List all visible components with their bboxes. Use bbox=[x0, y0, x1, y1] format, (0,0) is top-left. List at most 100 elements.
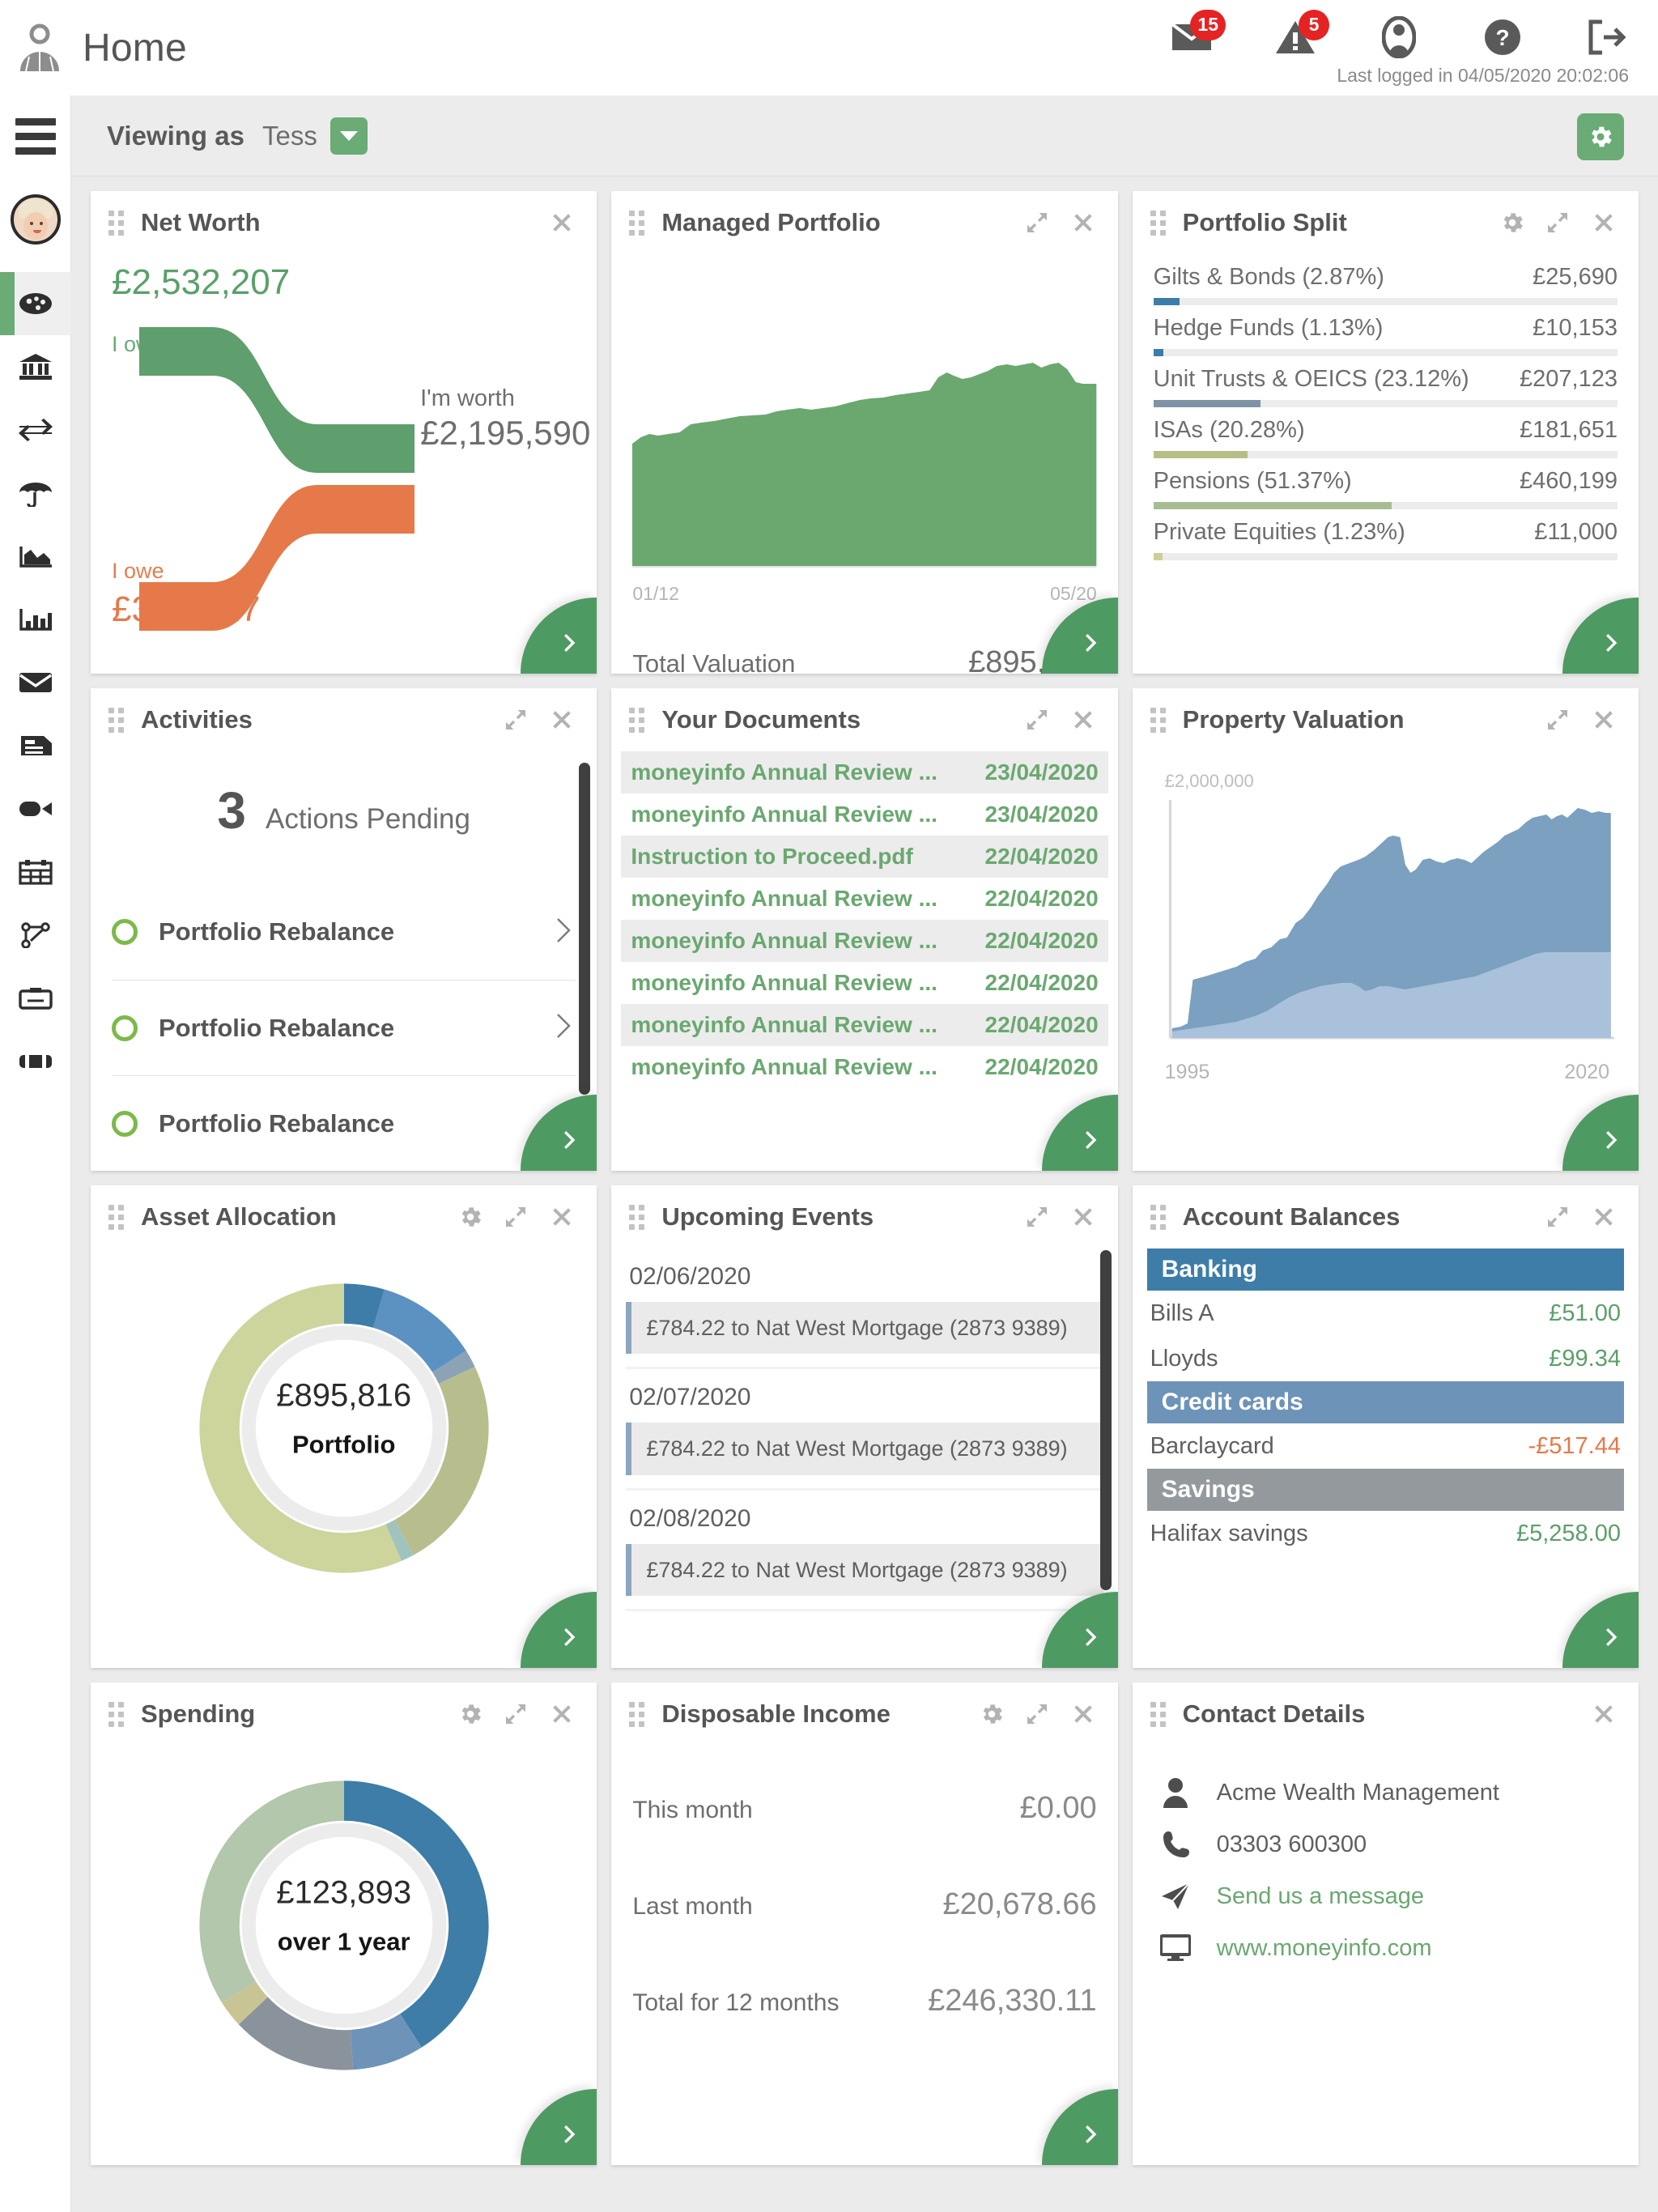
sidebar-item-briefcase[interactable] bbox=[0, 1030, 71, 1093]
asset-allocation-donut[interactable] bbox=[190, 1274, 498, 1582]
expand-icon[interactable] bbox=[503, 707, 529, 733]
document-row[interactable]: moneyinfo Annual Review ... 23/04/2020 bbox=[621, 751, 1108, 793]
expand-icon[interactable] bbox=[1545, 707, 1571, 733]
menu-toggle-button[interactable] bbox=[0, 96, 71, 177]
document-row[interactable]: moneyinfo Annual Review ... 22/04/2020 bbox=[621, 878, 1107, 920]
contact-row[interactable]: Send us a message bbox=[1154, 1870, 1618, 1922]
portfolio-split-row[interactable]: Hedge Funds (1.13%) £10,153 bbox=[1153, 305, 1618, 356]
expand-icon[interactable] bbox=[1024, 1204, 1050, 1230]
expand-icon[interactable] bbox=[1545, 1204, 1571, 1230]
portfolio-split-row[interactable]: ISAs (20.28%) £181,651 bbox=[1153, 407, 1618, 458]
document-row[interactable]: moneyinfo Annual Review ... 22/04/2020 bbox=[621, 920, 1108, 962]
drag-handle-icon[interactable] bbox=[1150, 1205, 1168, 1230]
gear-icon[interactable] bbox=[979, 1701, 1005, 1727]
drag-handle-icon[interactable] bbox=[629, 1205, 647, 1230]
document-row[interactable]: moneyinfo Annual Review ... 23/04/2020 bbox=[621, 793, 1107, 836]
logout-icon[interactable] bbox=[1584, 15, 1629, 60]
activity-row[interactable]: Portfolio Rebalance bbox=[112, 1075, 576, 1171]
portfolio-split-row[interactable]: Unit Trusts & OEICS (23.12%) £207,123 bbox=[1153, 356, 1618, 407]
viewing-as-dropdown-button[interactable] bbox=[329, 117, 368, 155]
document-row[interactable]: moneyinfo Annual Review ... 22/04/2020 bbox=[621, 962, 1107, 1004]
contact-text[interactable]: www.moneyinfo.com bbox=[1217, 1935, 1432, 1962]
close-icon[interactable] bbox=[1590, 1203, 1618, 1231]
close-icon[interactable] bbox=[548, 209, 576, 236]
drag-handle-icon[interactable] bbox=[629, 1702, 647, 1727]
widget-go-button[interactable] bbox=[521, 1592, 597, 1668]
sidebar-item-cards[interactable] bbox=[0, 967, 71, 1030]
event-item[interactable]: £784.22 to Nat West Mortgage (2873 9389) bbox=[626, 1302, 1103, 1355]
document-row[interactable]: Instruction to Proceed.pdf 22/04/2020 bbox=[621, 836, 1108, 878]
upcoming-events-scrollbar[interactable] bbox=[1099, 1250, 1112, 1590]
expand-icon[interactable] bbox=[1545, 210, 1571, 236]
sidebar-item-reports[interactable] bbox=[0, 588, 71, 651]
close-icon[interactable] bbox=[1069, 1700, 1097, 1728]
sidebar-item-calendar[interactable] bbox=[0, 840, 71, 904]
expand-icon[interactable] bbox=[503, 1204, 529, 1230]
sidebar-item-bank[interactable] bbox=[0, 335, 71, 398]
donut-slice[interactable] bbox=[343, 1780, 489, 2048]
sidebar-item-messages[interactable] bbox=[0, 651, 71, 714]
alert-icon[interactable]: 5 bbox=[1273, 9, 1329, 60]
sidebar-item-videos[interactable] bbox=[0, 777, 71, 840]
drag-handle-icon[interactable] bbox=[108, 1205, 126, 1230]
document-row[interactable]: moneyinfo Annual Review ... 22/04/2020 bbox=[621, 1046, 1107, 1088]
spending-donut[interactable] bbox=[190, 1772, 498, 2079]
activity-row[interactable]: Portfolio Rebalance bbox=[112, 884, 576, 980]
widget-go-button[interactable] bbox=[521, 2089, 597, 2165]
contact-text[interactable]: Send us a message bbox=[1217, 1883, 1424, 1910]
sidebar-item-transfers[interactable] bbox=[0, 398, 71, 462]
widget-go-button[interactable] bbox=[1562, 1592, 1639, 1668]
expand-icon[interactable] bbox=[1024, 1701, 1050, 1727]
portfolio-split-row[interactable]: Private Equities (1.23%) £11,000 bbox=[1153, 509, 1618, 560]
donut-slice[interactable] bbox=[199, 1780, 344, 2003]
close-icon[interactable] bbox=[1069, 209, 1097, 236]
expand-icon[interactable] bbox=[1024, 707, 1050, 733]
balance-row[interactable]: Lloyds £99.34 bbox=[1147, 1336, 1624, 1381]
drag-handle-icon[interactable] bbox=[1150, 1702, 1168, 1727]
close-icon[interactable] bbox=[548, 1700, 576, 1728]
chevron-right-icon[interactable] bbox=[551, 1010, 576, 1046]
sidebar-item-protection[interactable] bbox=[0, 462, 71, 525]
sidebar-item-dashboard[interactable] bbox=[0, 272, 71, 335]
sidebar-item-org-chart[interactable] bbox=[0, 904, 71, 967]
gear-icon[interactable] bbox=[457, 1204, 483, 1230]
drag-handle-icon[interactable] bbox=[108, 708, 126, 733]
drag-handle-icon[interactable] bbox=[108, 1702, 126, 1727]
sidebar-item-documents[interactable] bbox=[0, 714, 71, 777]
contact-row[interactable]: www.moneyinfo.com bbox=[1154, 1922, 1618, 1974]
widget-go-button[interactable] bbox=[1562, 1095, 1639, 1171]
balance-row[interactable]: Barclaycard -£517.44 bbox=[1147, 1423, 1624, 1469]
close-icon[interactable] bbox=[548, 706, 576, 734]
widget-go-button[interactable] bbox=[1041, 1095, 1118, 1171]
close-icon[interactable] bbox=[1590, 1700, 1618, 1728]
drag-handle-icon[interactable] bbox=[629, 211, 647, 236]
event-item[interactable]: £784.22 to Nat West Mortgage (2873 9389) bbox=[626, 1543, 1103, 1597]
event-item[interactable]: £784.22 to Nat West Mortgage (2873 9389) bbox=[626, 1423, 1103, 1475]
expand-icon[interactable] bbox=[503, 1701, 529, 1727]
sidebar-item-investments[interactable] bbox=[0, 525, 71, 588]
activity-row[interactable]: Portfolio Rebalance bbox=[112, 980, 576, 1075]
dashboard-settings-button[interactable] bbox=[1577, 113, 1624, 160]
close-icon[interactable] bbox=[1069, 1203, 1097, 1231]
portfolio-split-row[interactable]: Gilts & Bonds (2.87%) £25,690 bbox=[1153, 254, 1618, 305]
balance-row[interactable]: Halifax savings £5,258.00 bbox=[1147, 1511, 1624, 1556]
portfolio-split-row[interactable]: Pensions (51.37%) £460,199 bbox=[1153, 458, 1618, 509]
gear-icon[interactable] bbox=[1499, 210, 1525, 236]
drag-handle-icon[interactable] bbox=[108, 211, 126, 236]
close-icon[interactable] bbox=[1590, 209, 1618, 236]
donut-slice[interactable] bbox=[393, 1366, 489, 1555]
close-icon[interactable] bbox=[1590, 706, 1618, 734]
close-icon[interactable] bbox=[1069, 706, 1097, 734]
mail-icon[interactable]: 15 bbox=[1169, 9, 1226, 60]
drag-handle-icon[interactable] bbox=[629, 708, 647, 733]
account-icon[interactable] bbox=[1376, 15, 1422, 60]
document-row[interactable]: moneyinfo Annual Review ... 22/04/2020 bbox=[621, 1004, 1108, 1046]
drag-handle-icon[interactable] bbox=[1150, 708, 1168, 733]
help-icon[interactable]: ? bbox=[1480, 15, 1525, 60]
balance-row[interactable]: Bills A £51.00 bbox=[1147, 1291, 1624, 1336]
widget-go-button[interactable] bbox=[1562, 598, 1639, 674]
chevron-right-icon[interactable] bbox=[551, 914, 576, 951]
close-icon[interactable] bbox=[548, 1203, 576, 1231]
expand-icon[interactable] bbox=[1024, 210, 1050, 236]
gear-icon[interactable] bbox=[457, 1701, 483, 1727]
